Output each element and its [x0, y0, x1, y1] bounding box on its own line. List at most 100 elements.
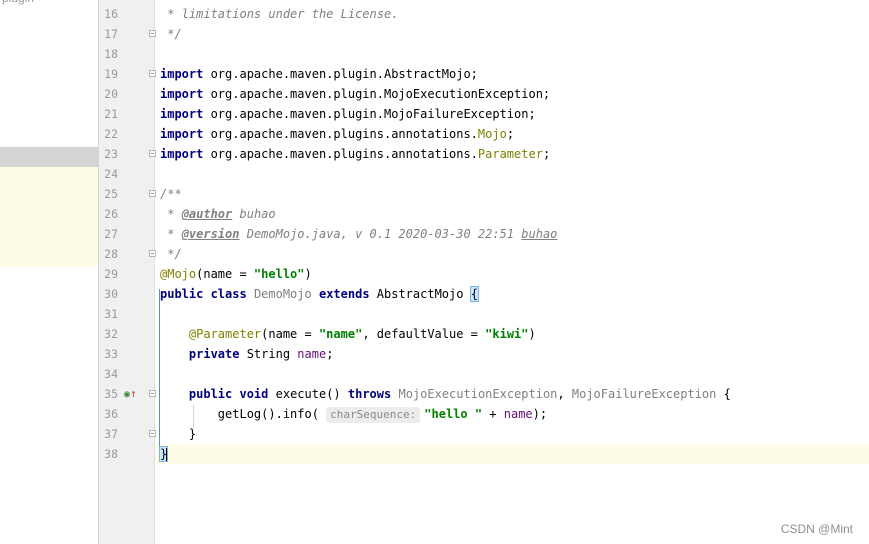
line-number[interactable]: 21	[99, 104, 118, 124]
line-number[interactable]: 35	[99, 384, 118, 404]
fold-toggle-icon[interactable]	[149, 30, 156, 37]
code-text[interactable]: import org.apache.maven.plugins.annotati…	[160, 144, 550, 164]
code-line[interactable]: 38}	[99, 444, 869, 464]
code-token: }	[160, 427, 197, 441]
code-token: private	[188, 347, 240, 361]
line-number[interactable]: 27	[99, 224, 118, 244]
code-token: public void	[188, 387, 269, 401]
code-line[interactable]: 33 private String name;	[99, 344, 869, 364]
code-line[interactable]: 29 @Mojo(name = "hello")	[99, 264, 869, 284]
code-token: * limitations under the License.	[160, 7, 399, 21]
line-number[interactable]: 38	[99, 444, 118, 464]
parameter-hint: charSequence:	[326, 407, 421, 423]
line-number[interactable]: 32	[99, 324, 118, 344]
project-tree-item-label[interactable]: plugin	[2, 0, 34, 5]
code-line[interactable]: 24	[99, 164, 869, 184]
fold-toggle-icon[interactable]	[149, 390, 156, 397]
code-line[interactable]: 26 * @author buhao	[99, 204, 869, 224]
code-text[interactable]: * @author buhao	[160, 204, 275, 224]
override-method-icon[interactable]: ◉↑	[124, 384, 137, 405]
line-number[interactable]: 19	[99, 64, 118, 84]
code-line[interactable]: 27 * @version DemoMojo.java, v 0.1 2020-…	[99, 224, 869, 244]
code-line[interactable]: 17 */	[99, 24, 869, 44]
project-panel[interactable]: plugin	[0, 0, 99, 544]
line-number[interactable]: 22	[99, 124, 118, 144]
line-number[interactable]: 20	[99, 84, 118, 104]
code-token: org.apache.maven.plugins.annotations.	[203, 127, 478, 141]
fold-toggle-icon[interactable]	[149, 190, 156, 197]
line-number[interactable]: 17	[99, 24, 118, 44]
code-token: {	[469, 286, 479, 302]
code-line[interactable]: 22 import org.apache.maven.plugins.annota…	[99, 124, 869, 144]
code-line[interactable]: 23 import org.apache.maven.plugins.annota…	[99, 144, 869, 164]
code-text[interactable]: /**	[160, 184, 182, 204]
fold-toggle-icon[interactable]	[149, 250, 156, 257]
code-token: "hello"	[253, 267, 305, 281]
code-token: import	[160, 127, 204, 141]
code-token: @version	[181, 227, 240, 241]
code-line[interactable]: 30 public class DemoMojo extends Abstract…	[99, 284, 869, 304]
code-line[interactable]: 25 /**	[99, 184, 869, 204]
code-line[interactable]: 35 ◉↑ public void execute() throws MojoEx…	[99, 384, 869, 404]
code-line[interactable]: 18	[99, 44, 869, 64]
code-line[interactable]: 31	[99, 304, 869, 324]
code-line[interactable]: 36 getLog().info( charSequence: "hello " …	[99, 404, 869, 424]
code-token: /**	[160, 187, 182, 201]
code-text[interactable]: * limitations under the License.	[160, 4, 398, 24]
line-number[interactable]: 24	[99, 164, 118, 184]
line-number[interactable]: 23	[99, 144, 118, 164]
code-text[interactable]: getLog().info( charSequence: "hello " + n…	[160, 404, 547, 424]
line-number[interactable]: 26	[99, 204, 118, 224]
code-text[interactable]: import org.apache.maven.plugin.MojoFailu…	[160, 104, 536, 124]
code-token: +	[482, 407, 504, 421]
code-line[interactable]: 32 @Parameter(name = "name", defaultValu…	[99, 324, 869, 344]
line-number[interactable]: 31	[99, 304, 118, 324]
line-number[interactable]: 37	[99, 424, 118, 444]
code-line[interactable]: 21 import org.apache.maven.plugin.MojoFai…	[99, 104, 869, 124]
code-editor[interactable]: 16 * limitations under the License. 17 */…	[99, 4, 869, 464]
line-number[interactable]: 36	[99, 404, 118, 424]
line-number[interactable]: 33	[99, 344, 118, 364]
fold-toggle-icon[interactable]	[149, 430, 156, 437]
code-text[interactable]: @Parameter(name = "name", defaultValue =…	[160, 324, 536, 344]
code-text[interactable]: import org.apache.maven.plugin.MojoExecu…	[160, 84, 550, 104]
code-text[interactable]: @Mojo(name = "hello")	[160, 264, 312, 284]
fold-toggle-icon[interactable]	[149, 70, 156, 77]
line-number[interactable]: 16	[99, 4, 118, 24]
code-token: {	[716, 387, 731, 401]
code-token: *	[160, 227, 182, 241]
code-text[interactable]: import org.apache.maven.plugin.AbstractM…	[160, 64, 478, 84]
line-number[interactable]: 18	[99, 44, 118, 64]
code-text[interactable]: public class DemoMojo extends AbstractMo…	[160, 284, 479, 304]
code-text[interactable]: private String name;	[160, 344, 334, 364]
code-token: import	[160, 87, 204, 101]
code-line[interactable]: 34	[99, 364, 869, 384]
code-token: extends	[318, 287, 370, 301]
code-line[interactable]: 28 */	[99, 244, 869, 264]
code-text[interactable]: */	[160, 24, 181, 44]
code-text[interactable]: * @version DemoMojo.java, v 0.1 2020-03-…	[160, 224, 557, 244]
code-line[interactable]: 16 * limitations under the License.	[99, 4, 869, 24]
fold-toggle-icon[interactable]	[149, 150, 156, 157]
line-number[interactable]: 28	[99, 244, 118, 264]
code-token: (name =	[196, 267, 254, 281]
code-text[interactable]: */	[160, 244, 182, 264]
code-token: org.apache.maven.plugins.annotations.	[203, 147, 478, 161]
line-number[interactable]: 25	[99, 184, 118, 204]
line-number[interactable]: 34	[99, 364, 118, 384]
code-text[interactable]: import org.apache.maven.plugins.annotati…	[160, 124, 514, 144]
code-text[interactable]: public void execute() throws MojoExecuti…	[160, 384, 731, 404]
code-line[interactable]: 19 import org.apache.maven.plugin.Abstrac…	[99, 64, 869, 84]
project-tree-selected-row[interactable]	[0, 147, 98, 167]
line-number[interactable]: 29	[99, 264, 118, 284]
code-line[interactable]: 20 import org.apache.maven.plugin.MojoExe…	[99, 84, 869, 104]
code-text[interactable]: }	[160, 424, 196, 444]
line-number[interactable]: 30	[99, 284, 118, 304]
code-token: DemoMojo.java, v 0.1 2020-03-30 22:51	[246, 227, 515, 241]
code-token: ,	[557, 387, 572, 401]
code-line[interactable]: 37 }	[99, 424, 869, 444]
code-token: */	[160, 247, 182, 261]
code-text[interactable]: }	[158, 444, 169, 464]
